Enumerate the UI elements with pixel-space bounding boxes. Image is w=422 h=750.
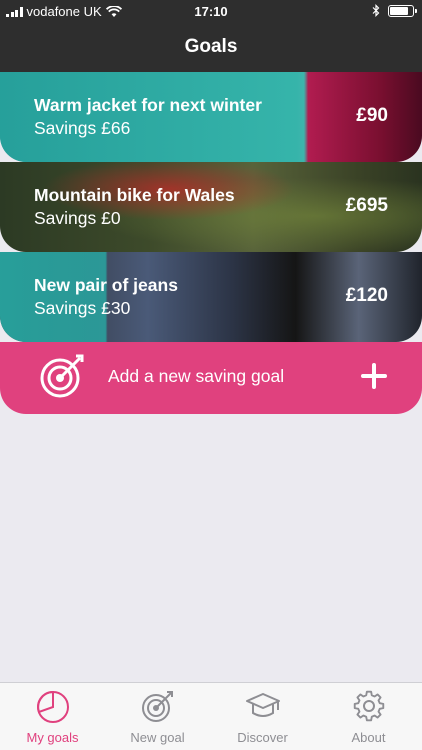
goal-card-warm-jacket[interactable]: Warm jacket for next winter Savings £66 … <box>0 72 422 162</box>
pie-chart-icon <box>36 690 69 723</box>
battery-icon <box>388 4 417 17</box>
goal-price: £90 <box>356 105 388 126</box>
tab-new-goal[interactable]: New goal <box>105 683 210 750</box>
goal-price: £695 <box>345 195 388 216</box>
tab-label: Discover <box>237 730 288 745</box>
goal-card-jeans[interactable]: New pair of jeans Savings £30 £120 <box>0 252 422 342</box>
page-title: Goals <box>184 36 238 57</box>
gear-icon <box>353 690 384 722</box>
tab-discover[interactable]: Discover <box>210 683 315 750</box>
tab-my-goals[interactable]: My goals <box>0 683 105 750</box>
goal-savings: Savings £30 <box>34 298 131 318</box>
target-icon <box>141 691 173 722</box>
goal-name: New pair of jeans <box>34 275 178 295</box>
tab-about[interactable]: About <box>316 683 421 750</box>
status-bar: vodafone UK 17:10 <box>0 0 422 24</box>
goal-savings: Savings £66 <box>34 118 131 138</box>
graduation-cap-icon <box>245 693 280 717</box>
target-icon <box>40 354 84 398</box>
header: vodafone UK 17:10 Goals <box>0 0 422 72</box>
status-time: 17:10 <box>194 4 228 19</box>
tab-label: My goals <box>26 730 79 745</box>
bluetooth-icon <box>372 4 380 17</box>
goal-card-mountain-bike[interactable]: Mountain bike for Wales Savings £0 £695 <box>0 162 422 252</box>
goal-name: Mountain bike for Wales <box>34 185 235 205</box>
tab-bar: My goals New goal Discover About <box>0 682 422 750</box>
tab-label: New goal <box>130 730 185 745</box>
add-goal-label: Add a new saving goal <box>108 366 285 386</box>
add-goal-button[interactable]: Add a new saving goal <box>0 342 422 414</box>
goal-name: Warm jacket for next winter <box>34 95 262 115</box>
tab-label: About <box>351 730 386 745</box>
goal-price: £120 <box>345 285 388 306</box>
goal-savings: Savings £0 <box>34 208 121 228</box>
plus-icon <box>361 363 387 389</box>
